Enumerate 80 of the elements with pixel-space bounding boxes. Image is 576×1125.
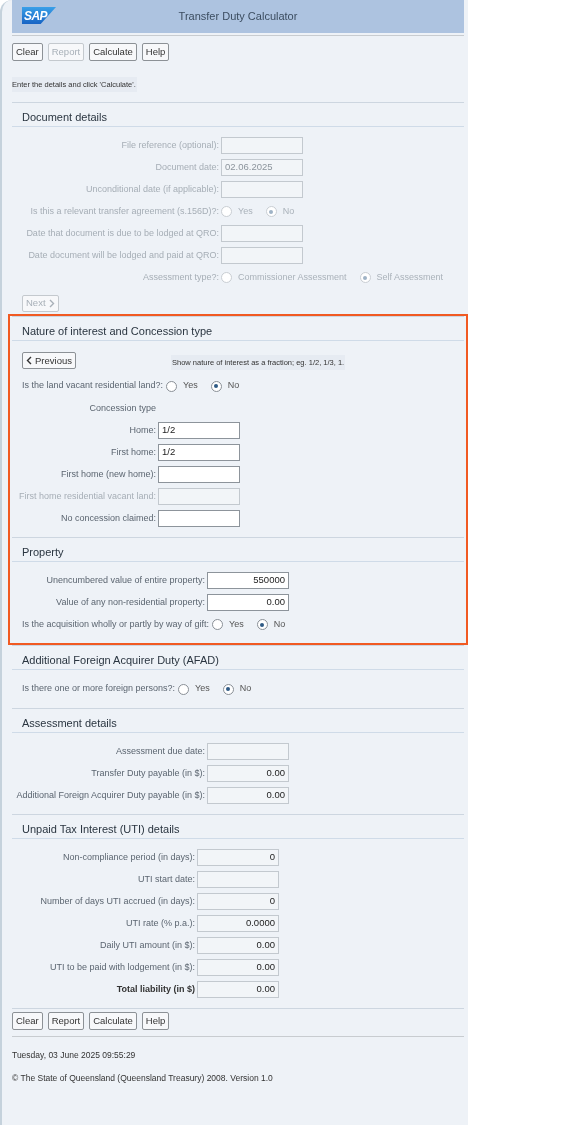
field-label: Daily UTI amount (in $): <box>99 938 195 952</box>
option-label: Self Assessment <box>376 270 444 284</box>
option-label: Yes <box>183 379 198 393</box>
timestamp: Tuesday, 03 June 2025 09:55:29 <box>12 1048 137 1062</box>
field-label: UTI start date: <box>137 872 195 886</box>
toolbar-button[interactable]: Help <box>141 43 170 61</box>
toolbar-button[interactable]: Clear <box>12 43 43 61</box>
section-title: Additional Foreign Acquirer Duty (AFAD) <box>22 654 219 667</box>
field-label: Value of any non-residential property: <box>56 595 205 609</box>
chevron-left-icon <box>26 356 32 366</box>
field-label: Date document will be lodged and paid at QRO: <box>28 248 219 262</box>
input-field[interactable] <box>197 870 279 888</box>
option-label: No <box>227 379 240 393</box>
radio-button[interactable] <box>166 380 178 392</box>
option-label: No <box>273 617 286 631</box>
field-label: Home: <box>129 423 156 437</box>
toolbar-button[interactable]: Calculate <box>89 1011 137 1030</box>
field-label: Unconditional date (if applicable): <box>85 182 219 196</box>
field-label: Is there one or more foreign persons?: <box>22 682 176 696</box>
input-field[interactable]: 550000 <box>207 571 289 589</box>
field-label: First home (new home): <box>60 467 156 481</box>
field-label: First home residential vacant land: <box>18 489 156 503</box>
group-caption: Concession type <box>89 401 156 415</box>
input-field[interactable]: 0.00 <box>207 764 289 782</box>
field-label: Is the acquisition wholly or partly by way of gift: <box>22 617 210 631</box>
toolbar-button[interactable]: Report <box>47 1011 85 1030</box>
field-label: No concession claimed: <box>60 511 156 525</box>
field-label: Total liability (in $) <box>116 982 195 996</box>
radio-button[interactable] <box>210 380 222 392</box>
input-field[interactable]: 0 <box>197 848 279 866</box>
section-title: Property <box>22 545 64 558</box>
field-label: Number of days UTI accrued (in days): <box>40 894 195 908</box>
field-label: Date that document is due to be lodged at QRO: <box>26 226 219 240</box>
field-label: Assessment type?: <box>142 270 219 284</box>
input-field[interactable] <box>158 509 240 527</box>
section-title: Nature of interest and Concession type <box>22 325 213 337</box>
input-field[interactable]: 1/2 <box>158 421 240 439</box>
section-title: Document details <box>22 111 107 123</box>
input-field[interactable] <box>207 742 289 760</box>
input-field[interactable] <box>158 465 240 483</box>
input-field[interactable]: 0.00 <box>207 593 289 611</box>
option-label: Yes <box>238 204 253 218</box>
field-label: Document date: <box>155 160 219 174</box>
field-label: Assessment due date: <box>115 744 205 758</box>
field-label: Unencumbered value of entire property: <box>46 573 205 587</box>
field-label: Is the land vacant residential land?: <box>22 379 164 393</box>
field-label: Additional Foreign Acquirer Duty payable (in $): <box>16 788 205 802</box>
field-label: UTI to be paid with lodgement (in $): <box>49 960 195 974</box>
field-label: Transfer Duty payable (in $): <box>91 766 205 780</box>
chevron-right-icon <box>48 299 55 308</box>
logo: SAP <box>22 7 56 24</box>
section-title: Unpaid Tax Interest (UTI) details <box>22 822 180 835</box>
input-field[interactable]: 0.00 <box>197 936 279 954</box>
section-title: Assessment details <box>22 716 117 729</box>
input-field[interactable]: 1/2 <box>158 443 240 461</box>
toolbar-button[interactable]: Clear <box>12 1011 43 1030</box>
field-label: UTI rate (% p.a.): <box>125 916 195 930</box>
toolbar-button[interactable]: Help <box>141 1011 170 1030</box>
toolbar-button[interactable]: Calculate <box>89 43 137 61</box>
field-label: Is this a relevant transfer agreement (s.156D)?: <box>30 204 219 218</box>
option-label: Commissioner Assessment <box>238 270 347 284</box>
option-label: Yes <box>229 617 244 631</box>
input-field[interactable]: 0 <box>197 892 279 910</box>
radio-button[interactable] <box>222 683 234 695</box>
option-label: No <box>239 682 252 696</box>
window-title: Transfer Duty Calculator <box>178 9 298 25</box>
radio-button[interactable] <box>178 683 190 695</box>
option-label: Yes <box>195 682 210 696</box>
radio-button[interactable] <box>256 619 268 630</box>
option-label: No <box>282 204 295 218</box>
previous-button[interactable]: Previous <box>22 352 76 370</box>
copyright-text: © The State of Queensland (Queensland Treasury) 2008. Version 1.0 <box>12 1071 274 1085</box>
input-field[interactable]: 0.00 <box>207 786 289 804</box>
field-label: Non-compliance period (in days): <box>62 850 195 864</box>
input-field[interactable]: 0.00 <box>197 958 279 976</box>
input-field[interactable]: 0.00 <box>197 980 279 998</box>
field-label: File reference (optional): <box>121 138 219 152</box>
radio-button[interactable] <box>212 619 224 630</box>
field-label: First home: <box>111 445 156 459</box>
input-field[interactable]: 0.0000 <box>197 914 279 932</box>
